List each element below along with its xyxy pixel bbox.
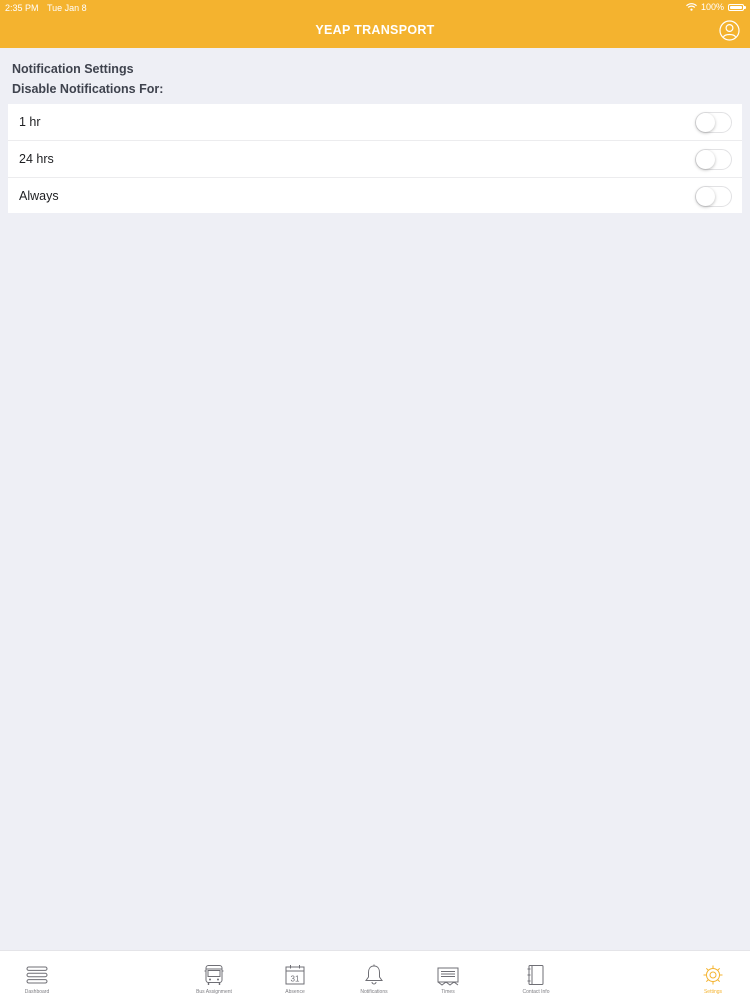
tab-notifications[interactable]: Notifications: [349, 951, 399, 1000]
toggle-always[interactable]: [695, 185, 732, 207]
tab-bar: Dashboard Bus Assignment 31 Absence Noti…: [0, 950, 750, 1000]
gear-icon: [701, 963, 725, 987]
option-row-1hr: 1 hr: [8, 104, 742, 140]
tab-label: Dashboard: [24, 989, 50, 995]
notebook-icon: [524, 963, 548, 987]
tab-label: Contact Info: [522, 989, 550, 995]
calendar-icon: 31: [283, 963, 307, 987]
menu-lines-icon: [25, 963, 49, 987]
tab-bus-assignment[interactable]: Bus Assignment: [189, 951, 239, 1000]
tab-label: Absence: [285, 989, 305, 995]
battery-percent: 100%: [700, 2, 724, 12]
tab-settings[interactable]: Settings: [688, 951, 738, 1000]
app-title: YEAP TRANSPORT: [315, 23, 435, 37]
notification-options-list: 1 hr 24 hrs Always: [8, 104, 742, 213]
section-title: Notification Settings: [12, 62, 134, 76]
status-time: 2:35 PM: [5, 3, 39, 13]
option-row-always: Always: [8, 176, 742, 213]
battery-icon: [728, 3, 746, 11]
toggle-knob: [696, 186, 715, 206]
wifi-icon: [686, 3, 697, 11]
status-right: 100%: [686, 2, 746, 12]
bus-icon: [202, 963, 226, 987]
ticket-icon: [436, 963, 460, 987]
tab-times[interactable]: Times: [423, 951, 473, 1000]
tab-label: Times: [441, 989, 455, 995]
option-row-24hrs: 24 hrs: [8, 140, 742, 176]
section-subtitle: Disable Notifications For:: [12, 82, 164, 96]
option-label: Always: [19, 188, 59, 203]
status-bar: 2:35 PM Tue Jan 8 100%: [0, 0, 750, 14]
status-date: Tue Jan 8: [47, 3, 87, 13]
tab-absence[interactable]: 31 Absence: [270, 951, 320, 1000]
tab-dashboard[interactable]: Dashboard: [12, 951, 62, 1000]
tab-label: Bus Assignment: [196, 989, 232, 995]
toggle-knob: [696, 113, 715, 132]
bell-icon: [362, 963, 386, 987]
tab-contact-info[interactable]: Contact Info: [511, 951, 561, 1000]
toggle-24hrs[interactable]: [695, 149, 732, 171]
option-label: 24 hrs: [19, 152, 54, 167]
user-circle-icon[interactable]: [719, 20, 740, 41]
app-header: 2:35 PM Tue Jan 8 100% YEAP TRANSPORT: [0, 0, 750, 48]
calendar-day: 31: [291, 975, 300, 984]
tab-label: Settings: [703, 989, 723, 995]
toggle-1hr[interactable]: [695, 112, 732, 133]
toggle-knob: [696, 150, 715, 170]
option-label: 1 hr: [19, 115, 41, 129]
tab-label: Notifications: [360, 989, 388, 995]
